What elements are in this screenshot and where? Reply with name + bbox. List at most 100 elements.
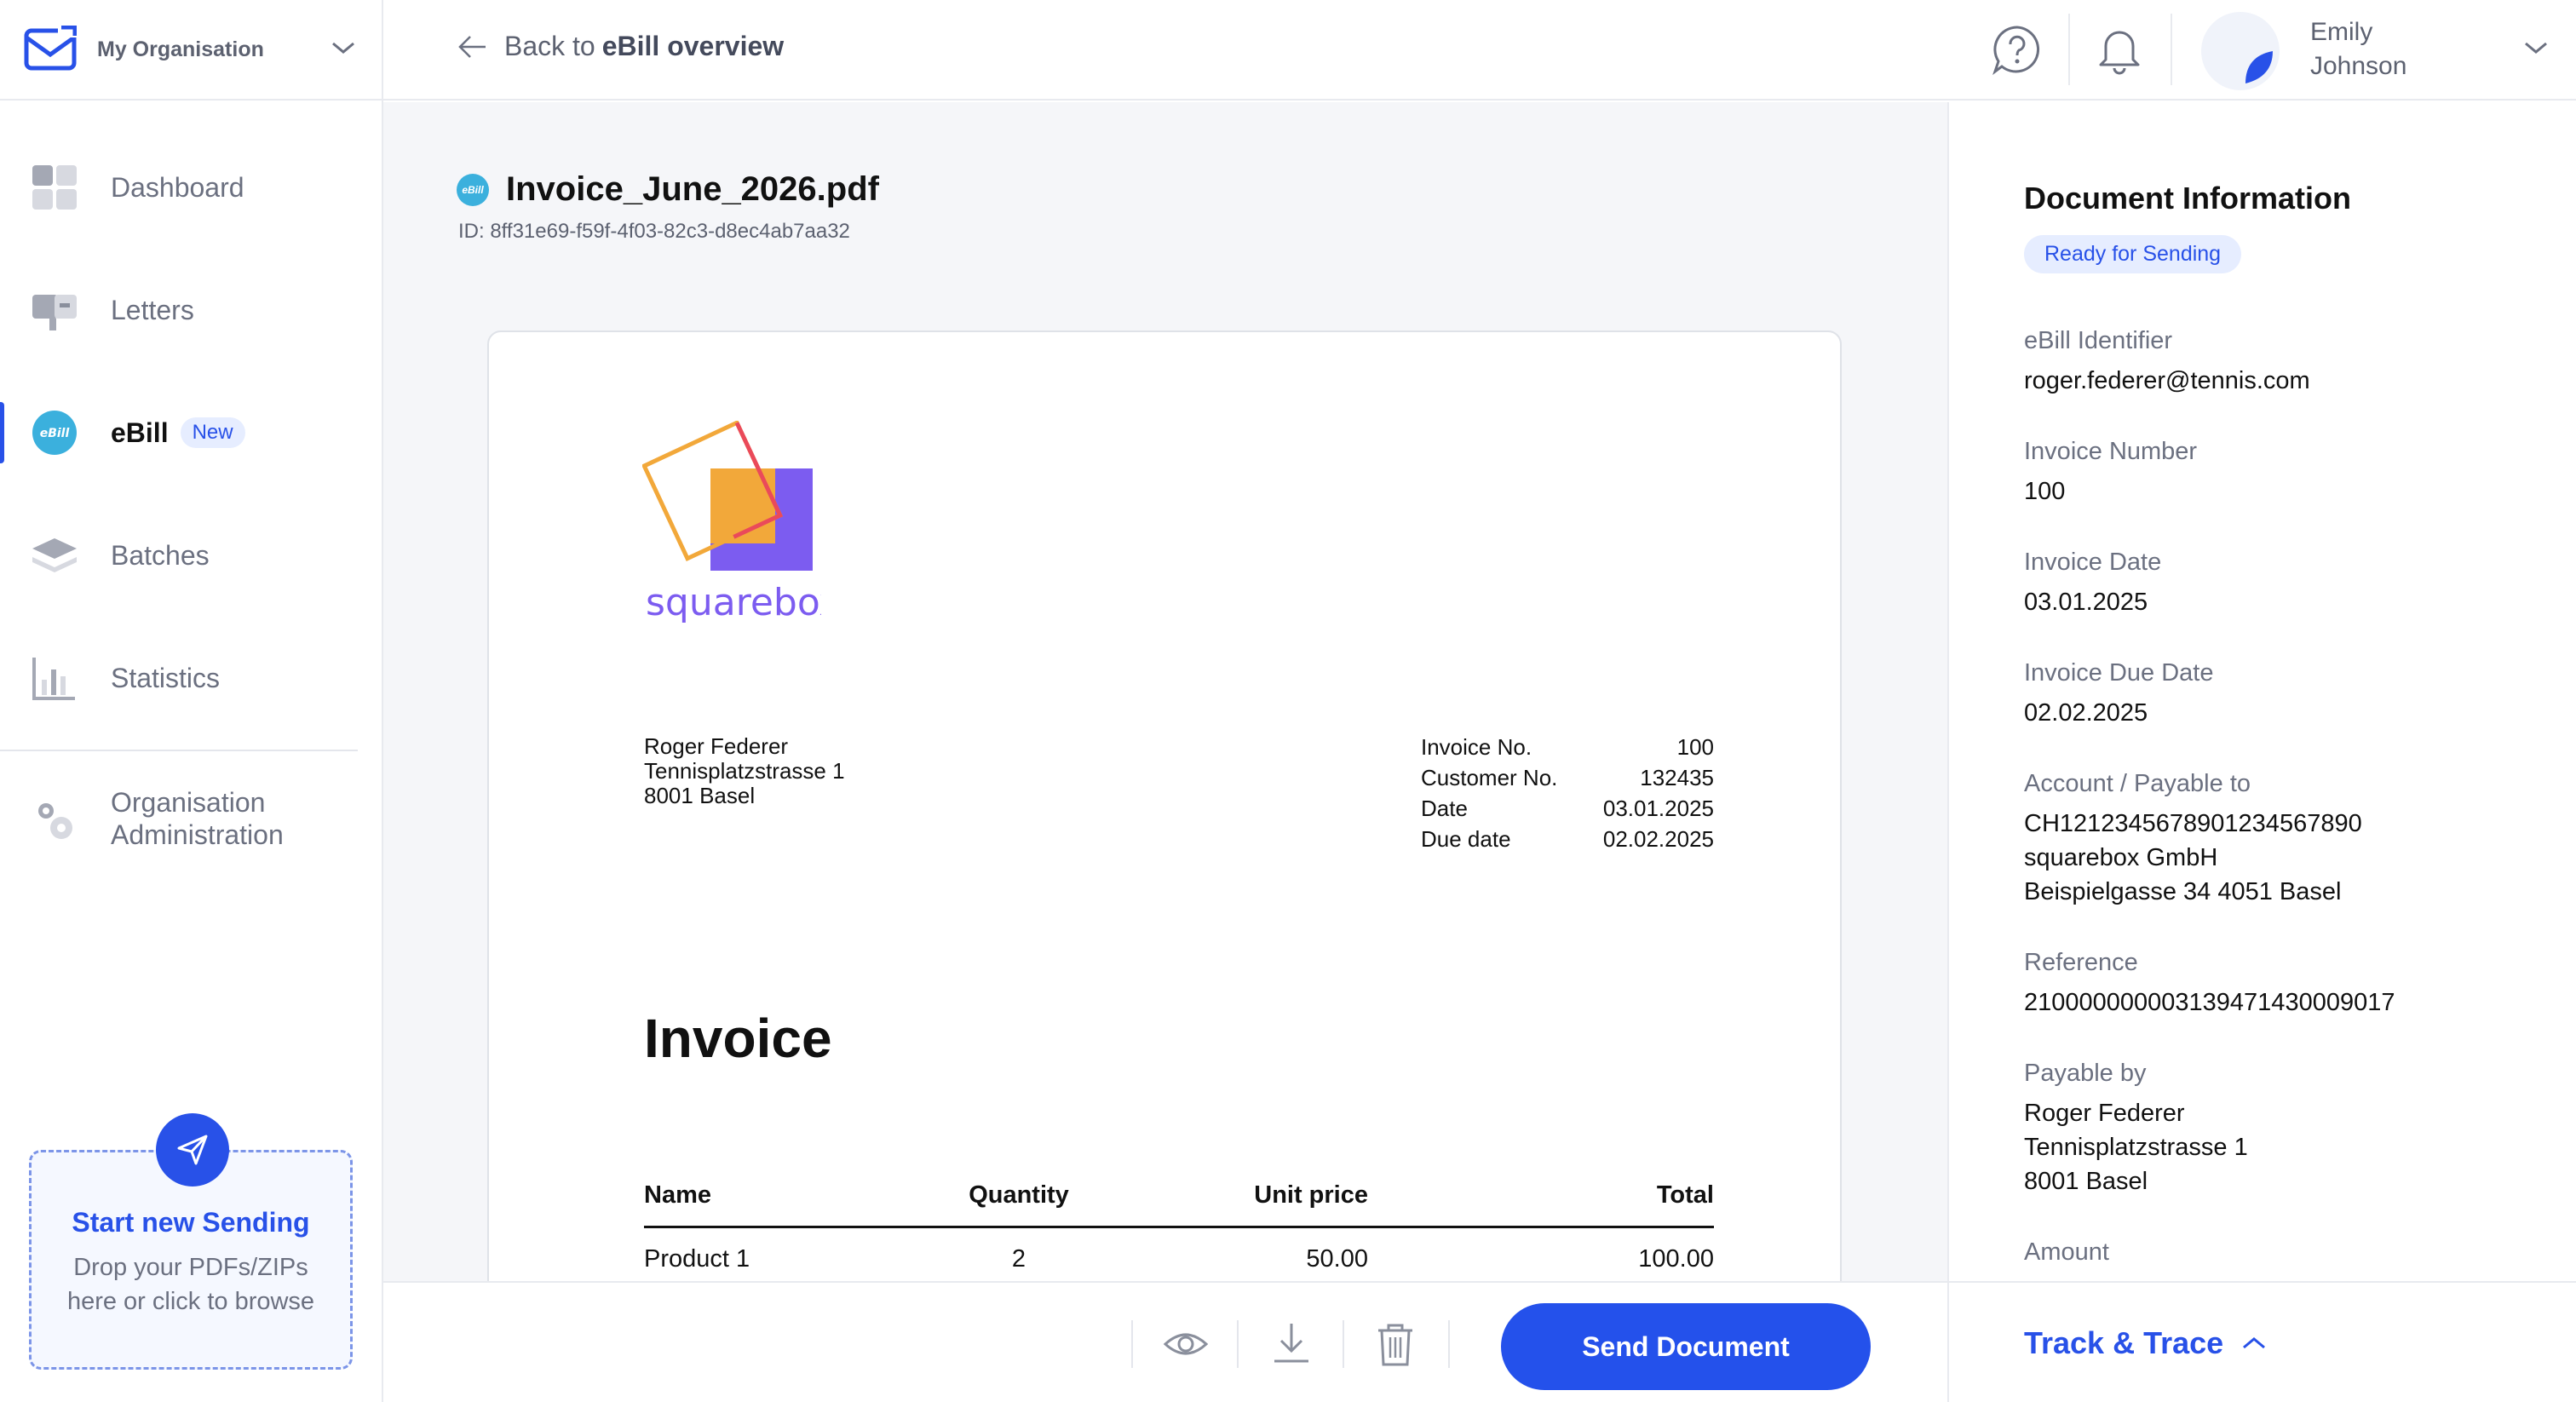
field-value: CH1212345678901234567890 squarebox GmbH … — [2024, 807, 2362, 909]
user-first-name: Emily — [2310, 18, 2373, 46]
field-value: 03.01.2025 — [2024, 585, 2161, 619]
eye-icon[interactable] — [1162, 1320, 1210, 1368]
field-value-line: CH1212345678901234567890 — [2024, 810, 2362, 837]
chevron-down-icon[interactable] — [2523, 39, 2549, 56]
action-separator — [1448, 1320, 1450, 1368]
meta-label: Invoice No. — [1421, 734, 1532, 760]
meta-label: Customer No. — [1421, 765, 1558, 790]
document-action-bar: Send Document — [383, 1281, 1947, 1402]
dashboard-icon — [32, 165, 77, 210]
sidebar-item-label: Batches — [111, 539, 210, 571]
top-separator — [2171, 14, 2172, 85]
top-separator — [2068, 14, 2070, 85]
invoice-document: squarebox Roger Federer Tennisplatzstras… — [487, 330, 1842, 1353]
field-label: Invoice Date — [2024, 549, 2162, 576]
field-invoice-date: Invoice Date 03.01.2025 — [2024, 549, 2161, 619]
track-and-trace-label: Track & Trace — [2024, 1325, 2224, 1360]
arrow-left-icon — [458, 35, 486, 58]
send-document-button[interactable]: Send Document — [1501, 1303, 1871, 1390]
field-value-line: Beispielgasse 34 4051 Basel — [2024, 878, 2342, 905]
field-value-line: squarebox GmbH — [2024, 844, 2218, 871]
meta-label: Date — [1421, 796, 1468, 821]
field-value-line: 8001 Basel — [2024, 1168, 2148, 1195]
invoice-table: Name Quantity Unit price Total Product 1… — [644, 1165, 1714, 1291]
paper-plane-icon — [177, 1135, 208, 1165]
organisation-switcher[interactable]: My Organisation — [0, 0, 382, 101]
avatar[interactable] — [2201, 12, 2280, 90]
dropzone-hint-line2: here or click to browse — [66, 1288, 315, 1315]
sidebar-item-label: Statistics — [111, 662, 221, 693]
chevron-up-icon — [2243, 1337, 2266, 1349]
sidebar-item-dashboard[interactable]: Dashboard — [0, 145, 382, 230]
meta-value: 100 — [1676, 734, 1714, 760]
sidebar: My Organisation Dashboard Letters eBill … — [0, 0, 383, 1402]
field-amount: Amount — [2024, 1238, 2109, 1267]
field-value: roger.federer@tennis.com — [2024, 364, 2310, 398]
dropzone-title: Start new Sending — [72, 1207, 310, 1238]
send-icon-button[interactable] — [156, 1113, 229, 1187]
track-and-trace-toggle[interactable]: Track & Trace — [2024, 1325, 2268, 1361]
new-badge: New — [180, 417, 245, 448]
sidebar-item-label: eBill — [111, 417, 169, 448]
ebill-icon: eBill — [32, 411, 77, 455]
sidebar-item-organisation-administration[interactable]: Organisation Administration — [0, 772, 382, 865]
chevron-down-icon[interactable] — [331, 39, 356, 56]
meta-value: 03.01.2025 — [1602, 796, 1714, 821]
track-and-trace-bar: Track & Trace — [1947, 1281, 2576, 1402]
field-ebill-identifier: eBill Identifier roger.federer@tennis.co… — [2024, 327, 2310, 398]
squarebox-wordmark: squarebox — [646, 581, 821, 624]
organisation-name: My Organisation — [97, 37, 264, 61]
table-cell: 100.00 — [1638, 1244, 1714, 1273]
sidebar-item-label: Letters — [111, 294, 194, 325]
meta-label: Due date — [1421, 826, 1511, 852]
sidebar-item-letters[interactable]: Letters — [0, 267, 382, 353]
bar-chart-icon — [32, 658, 75, 700]
action-separator — [1131, 1320, 1133, 1368]
field-label: eBill Identifier — [2024, 327, 2173, 354]
admin-label-line2: Administration — [111, 819, 284, 850]
avatar-leaf-icon — [2245, 51, 2273, 83]
field-value-line: Roger Federer — [2024, 1100, 2185, 1127]
field-label: Invoice Due Date — [2024, 659, 2214, 687]
column-header: Total — [1656, 1181, 1714, 1209]
field-label: Invoice Number — [2024, 438, 2198, 465]
help-icon[interactable] — [1992, 24, 2043, 75]
field-payable-by: Payable by Roger Federer Tennisplatzstra… — [2024, 1060, 2248, 1198]
table-cell: Product 1 — [644, 1244, 750, 1273]
gear-icon — [38, 803, 72, 839]
back-link-prefix: Back to — [504, 31, 595, 61]
download-icon[interactable] — [1268, 1320, 1315, 1368]
table-cell: 50.00 — [1306, 1244, 1368, 1273]
document-title: eBill Invoice_June_2026.pdf — [457, 170, 879, 209]
table-header-row: Name Quantity Unit price Total — [644, 1165, 1714, 1228]
document-filename: Invoice_June_2026.pdf — [506, 170, 879, 208]
ebill-icon: eBill — [457, 173, 489, 206]
back-link-target: eBill overview — [601, 31, 785, 61]
field-label: Payable by — [2024, 1060, 2147, 1087]
table-cell: 2 — [1011, 1244, 1026, 1273]
action-separator — [1343, 1320, 1344, 1368]
mail-logo-icon — [24, 26, 77, 71]
squarebox-logo: squarebox — [642, 421, 821, 624]
sidebar-item-batches[interactable]: Batches — [0, 513, 382, 598]
meta-row: Invoice No. 100 — [1421, 734, 1714, 765]
user-name[interactable]: Emily Johnson — [2310, 15, 2406, 83]
trash-icon[interactable] — [1371, 1320, 1419, 1368]
bell-icon[interactable] — [2096, 24, 2143, 75]
back-link[interactable]: Back to eBill overview — [457, 31, 784, 62]
field-value-line: 100 — [2024, 478, 2066, 505]
recipient-city: 8001 Basel — [644, 783, 756, 808]
user-last-name: Johnson — [2310, 52, 2407, 80]
field-label: Account / Payable to — [2024, 770, 2251, 797]
panel-title: Document Information — [2024, 181, 2351, 215]
field-invoice-number: Invoice Number 100 — [2024, 438, 2197, 509]
upload-dropzone[interactable]: Start new Sending Drop your PDFs/ZIPs he… — [29, 1113, 353, 1370]
field-value: 210000000003139471430009017 — [2024, 985, 2395, 1020]
meta-value: 132435 — [1640, 765, 1714, 790]
admin-label-line1: Organisation — [111, 787, 266, 818]
sidebar-item-statistics[interactable]: Statistics — [0, 635, 382, 721]
meta-row: Customer No. 132435 — [1421, 765, 1714, 796]
field-value-line: 02.02.2025 — [2024, 699, 2148, 727]
sidebar-item-ebill[interactable]: eBill eBill New — [0, 390, 382, 475]
column-header: Quantity — [969, 1181, 1069, 1209]
